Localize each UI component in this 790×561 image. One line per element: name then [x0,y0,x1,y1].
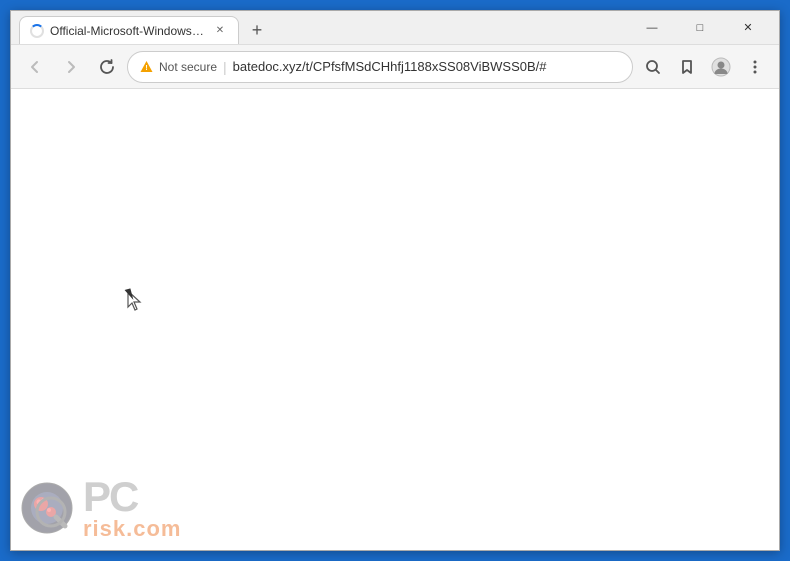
navigation-bar: ! Not secure | batedoc.xyz/t/CPfsfMSdCHh… [11,45,779,89]
new-tab-button[interactable]: + [243,16,271,44]
warning-triangle-icon: ! [140,60,153,73]
title-bar: Official-Microsoft-Windows-Helk ✕ + — □ … [11,11,779,45]
svg-text:!: ! [145,65,147,72]
forward-icon [63,59,79,75]
content-area: PC risk.com [11,89,779,550]
window-controls: — □ ✕ [629,14,771,42]
close-button[interactable]: ✕ [725,14,771,42]
watermark: PC risk.com [21,476,182,540]
browser-window: Official-Microsoft-Windows-Helk ✕ + — □ … [10,10,780,551]
minimize-button[interactable]: — [629,14,675,42]
search-icon [645,59,661,75]
tab-close-button[interactable]: ✕ [212,23,228,39]
watermark-risk: risk.com [83,518,182,540]
profile-button[interactable] [705,51,737,83]
security-warning-icon: ! [140,60,153,73]
security-label: Not secure [159,60,217,74]
address-bar[interactable]: ! Not secure | batedoc.xyz/t/CPfsfMSdCHh… [127,51,633,83]
watermark-pc: PC [83,476,182,518]
search-button[interactable] [637,51,669,83]
tab-area: Official-Microsoft-Windows-Helk ✕ + [19,11,621,44]
tab-title: Official-Microsoft-Windows-Helk [50,24,206,38]
maximize-button[interactable]: □ [677,14,723,42]
reload-button[interactable] [91,51,123,83]
forward-button[interactable] [55,51,87,83]
reload-icon [99,59,115,75]
menu-button[interactable] [739,51,771,83]
address-url: batedoc.xyz/t/CPfsfMSdCHhfj1188xSS08ViBW… [233,59,620,74]
back-button[interactable] [19,51,51,83]
pcrisk-logo-icon [21,482,73,534]
menu-icon [747,59,763,75]
back-icon [27,59,43,75]
tab-favicon-spinner [30,24,44,38]
address-separator: | [223,59,227,75]
watermark-text: PC risk.com [83,476,182,540]
active-tab[interactable]: Official-Microsoft-Windows-Helk ✕ [19,16,239,44]
bookmark-button[interactable] [671,51,703,83]
profile-icon [711,57,731,77]
nav-right-icons [637,51,771,83]
bookmark-icon [679,59,695,75]
